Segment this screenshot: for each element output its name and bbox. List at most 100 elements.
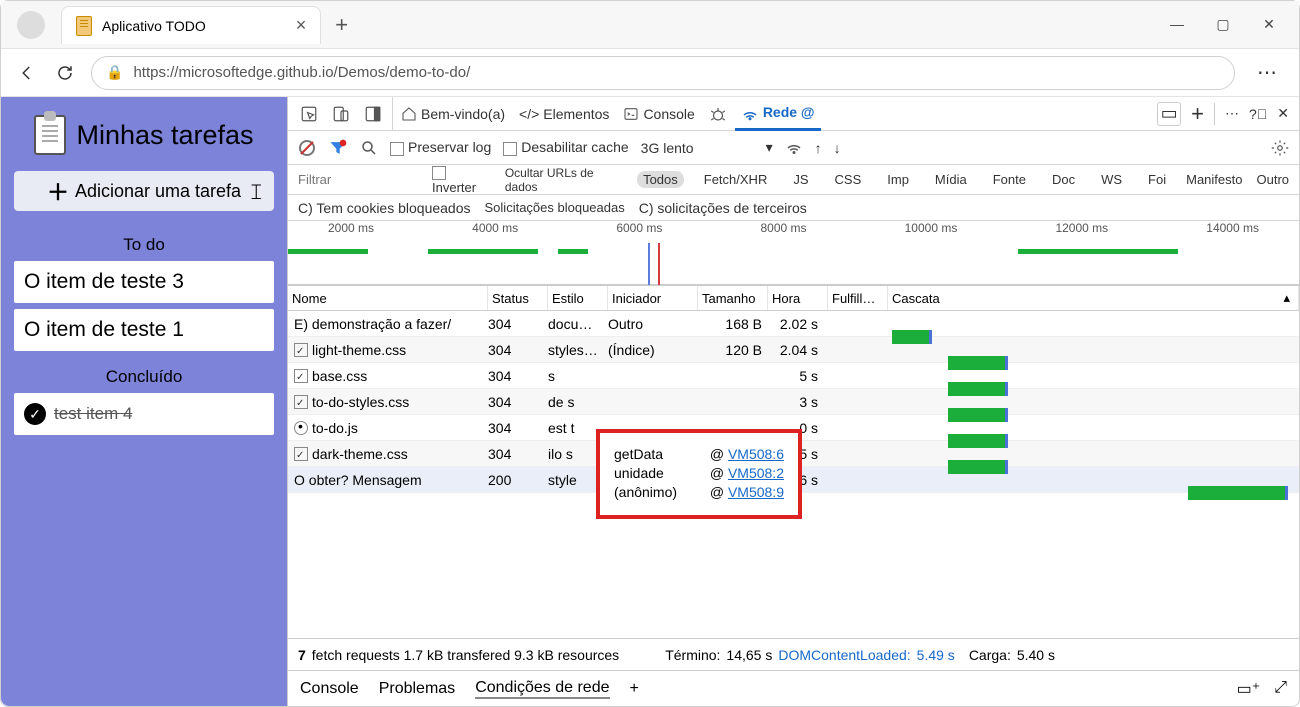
devtools-close-icon[interactable]: ✕ bbox=[1277, 105, 1289, 122]
upload-icon[interactable]: ↑ bbox=[815, 140, 822, 156]
help-icon[interactable]: ?⃝ bbox=[1249, 106, 1267, 122]
tab-elements[interactable]: </>Elementos bbox=[513, 97, 615, 131]
profile-avatar[interactable] bbox=[17, 11, 45, 39]
timeline-tick: 12000 ms bbox=[1055, 221, 1108, 243]
window-minimize-icon[interactable]: — bbox=[1163, 16, 1191, 33]
type-filter[interactable]: Fonte bbox=[987, 171, 1032, 188]
network-toolbar: Preservar log Desabilitar cache 3G lento… bbox=[288, 131, 1299, 165]
type-filter[interactable]: Todos bbox=[637, 171, 684, 188]
type-filter[interactable]: Foi bbox=[1142, 171, 1172, 188]
hide-data-urls[interactable]: Ocultar URLs de dados bbox=[505, 166, 623, 194]
drawer-console-tab[interactable]: Console bbox=[300, 680, 359, 698]
third-party-toggle[interactable]: C) solicitações de terceiros bbox=[639, 200, 807, 216]
col-initiator[interactable]: Iniciador bbox=[608, 286, 698, 310]
add-task-button[interactable]: ＋Adicionar uma tarefa 𝙸 bbox=[14, 171, 274, 211]
browser-tab[interactable]: Aplicativo TODO × bbox=[61, 6, 321, 44]
load-label: Carga: bbox=[969, 647, 1011, 663]
throttle-select[interactable]: 3G lento bbox=[641, 140, 694, 156]
record-button[interactable] bbox=[298, 139, 316, 157]
drawer-icon[interactable]: ▭⁺ bbox=[1237, 679, 1261, 699]
tab-title: Aplicativo TODO bbox=[102, 18, 206, 34]
stack-link[interactable]: VM508:2 bbox=[728, 465, 784, 481]
download-icon[interactable]: ↓ bbox=[834, 140, 841, 156]
inspect-icon[interactable] bbox=[294, 97, 324, 131]
table-row[interactable]: E) demonstração a fazer/ 304 docu… Outro… bbox=[288, 311, 1299, 337]
done-item[interactable]: ✓ test item 4 bbox=[14, 393, 274, 435]
stack-link[interactable]: VM508:6 bbox=[728, 446, 784, 462]
invert-checkbox[interactable]: Inverter bbox=[432, 164, 491, 195]
col-name[interactable]: Nome bbox=[288, 286, 488, 310]
new-panel-button[interactable]: + bbox=[1191, 101, 1204, 127]
disable-cache-checkbox[interactable]: Desabilitar cache bbox=[503, 139, 628, 155]
type-filter[interactable]: Imp bbox=[881, 171, 915, 188]
todo-item[interactable]: O item de teste 3 bbox=[14, 261, 274, 303]
tab-network[interactable]: Rede @ bbox=[735, 97, 821, 131]
dock-icon[interactable] bbox=[358, 97, 393, 131]
drawer-problems-tab[interactable]: Problemas bbox=[379, 680, 455, 698]
app-title: Minhas tarefas bbox=[34, 115, 253, 155]
table-row[interactable]: to-do-styles.css 304 de s 3 s bbox=[288, 389, 1299, 415]
tab-welcome[interactable]: Bem-vindo(a) bbox=[395, 97, 511, 131]
tab-overflow-icon[interactable]: ▭ bbox=[1157, 102, 1181, 126]
col-fulfilled[interactable]: Fulfill… bbox=[828, 286, 888, 310]
stack-frame: unidade@ VM508:2 bbox=[614, 465, 784, 481]
col-time[interactable]: Hora bbox=[768, 286, 828, 310]
window-close-icon[interactable]: ✕ bbox=[1255, 16, 1283, 33]
network-timeline[interactable]: 2000 ms 4000 ms 6000 ms 8000 ms 10000 ms… bbox=[288, 221, 1299, 285]
filter-input[interactable] bbox=[298, 172, 418, 187]
back-button[interactable] bbox=[15, 61, 39, 85]
search-icon[interactable] bbox=[360, 139, 378, 157]
tab-console[interactable]: Console bbox=[617, 97, 700, 131]
manifest-filter[interactable]: Manifesto bbox=[1186, 172, 1242, 187]
type-filter[interactable]: WS bbox=[1095, 171, 1128, 188]
new-tab-button[interactable]: + bbox=[335, 12, 348, 38]
request-count: 7 bbox=[298, 647, 306, 663]
stack-link[interactable]: VM508:9 bbox=[728, 484, 784, 500]
type-filter[interactable]: JS bbox=[787, 171, 814, 188]
network-cookie-row: C) Tem cookies bloqueados Solicitações b… bbox=[288, 195, 1299, 221]
browser-menu-icon[interactable]: ⋯ bbox=[1249, 60, 1285, 85]
table-row[interactable]: base.css 304 s 5 s bbox=[288, 363, 1299, 389]
check-icon: ✓ bbox=[24, 403, 46, 425]
settings-gear-icon[interactable] bbox=[1271, 139, 1289, 157]
device-toggle-icon[interactable] bbox=[326, 97, 356, 131]
col-style[interactable]: Estilo bbox=[548, 286, 608, 310]
reload-button[interactable] bbox=[53, 61, 77, 85]
dom-time: 5.49 s bbox=[917, 647, 955, 663]
wifi-settings-icon[interactable] bbox=[785, 139, 803, 157]
done-item-label: test item 4 bbox=[54, 404, 132, 424]
type-filter[interactable]: CSS bbox=[829, 171, 868, 188]
type-filter[interactable]: Fetch/XHR bbox=[698, 171, 774, 188]
network-status-bar: 7 fetch requests 1.7 kB transfered 9.3 k… bbox=[288, 638, 1299, 670]
throttle-chevron-icon[interactable]: ▾ bbox=[766, 139, 773, 156]
devtools-drawer: Console Problemas Condições de rede + ▭⁺… bbox=[288, 670, 1299, 706]
app-title-text: Minhas tarefas bbox=[76, 120, 253, 151]
other-filter[interactable]: Outro bbox=[1256, 172, 1289, 187]
more-icon[interactable]: ⋯ bbox=[1225, 105, 1239, 122]
lock-icon: 🔒 bbox=[106, 64, 123, 81]
dom-label: DOMContentLoaded: bbox=[778, 647, 910, 663]
status-summary: fetch requests 1.7 kB transfered 9.3 kB … bbox=[312, 647, 619, 663]
initiator-stack-popup: getData@ VM508:6 unidade@ VM508:2 (anôni… bbox=[596, 429, 802, 519]
bug-icon[interactable] bbox=[703, 97, 733, 131]
table-row[interactable]: light-theme.css 304 styles… (Índice) 120… bbox=[288, 337, 1299, 363]
blocked-requests-toggle[interactable]: Solicitações bloqueadas bbox=[485, 200, 625, 215]
col-waterfall[interactable]: Cascata▴ bbox=[888, 286, 1299, 310]
col-size[interactable]: Tamanho bbox=[698, 286, 768, 310]
blocked-cookies-toggle[interactable]: C) Tem cookies bloqueados bbox=[298, 200, 471, 216]
clipboard-icon bbox=[76, 16, 92, 36]
tab-close-icon[interactable]: × bbox=[296, 15, 307, 36]
window-maximize-icon[interactable]: ▢ bbox=[1209, 16, 1237, 33]
drawer-add-tab[interactable]: + bbox=[630, 680, 639, 698]
type-filter[interactable]: Doc bbox=[1046, 171, 1081, 188]
todo-item[interactable]: O item de teste 1 bbox=[14, 309, 274, 351]
drawer-network-conditions-tab[interactable]: Condições de rede bbox=[475, 679, 609, 699]
finish-label: Término: bbox=[665, 647, 720, 663]
drawer-expand-icon[interactable]: ⤢ bbox=[1274, 679, 1287, 699]
filter-toggle-icon[interactable] bbox=[328, 138, 348, 158]
preserve-log-checkbox[interactable]: Preservar log bbox=[390, 139, 491, 155]
url-input[interactable]: 🔒 https://microsoftedge.github.io/Demos/… bbox=[91, 56, 1235, 90]
col-status[interactable]: Status bbox=[488, 286, 548, 310]
timeline-tick: 14000 ms bbox=[1206, 221, 1259, 243]
type-filter[interactable]: Mídia bbox=[929, 171, 973, 188]
